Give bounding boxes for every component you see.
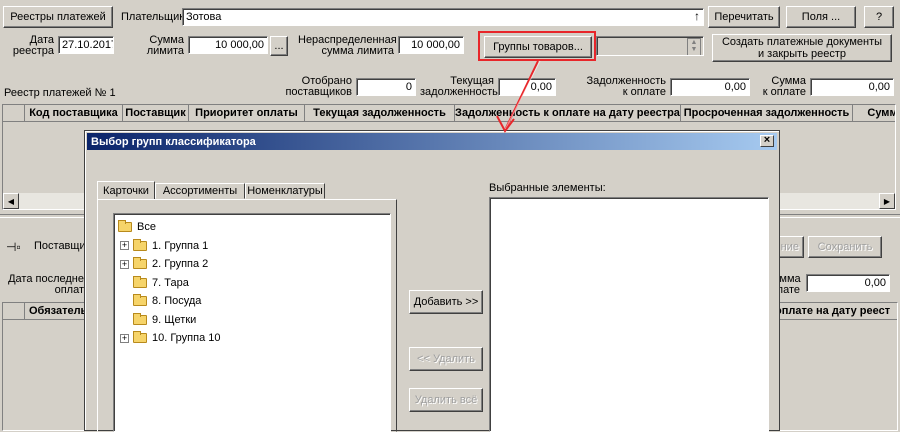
- annotation-arrow: [496, 60, 541, 133]
